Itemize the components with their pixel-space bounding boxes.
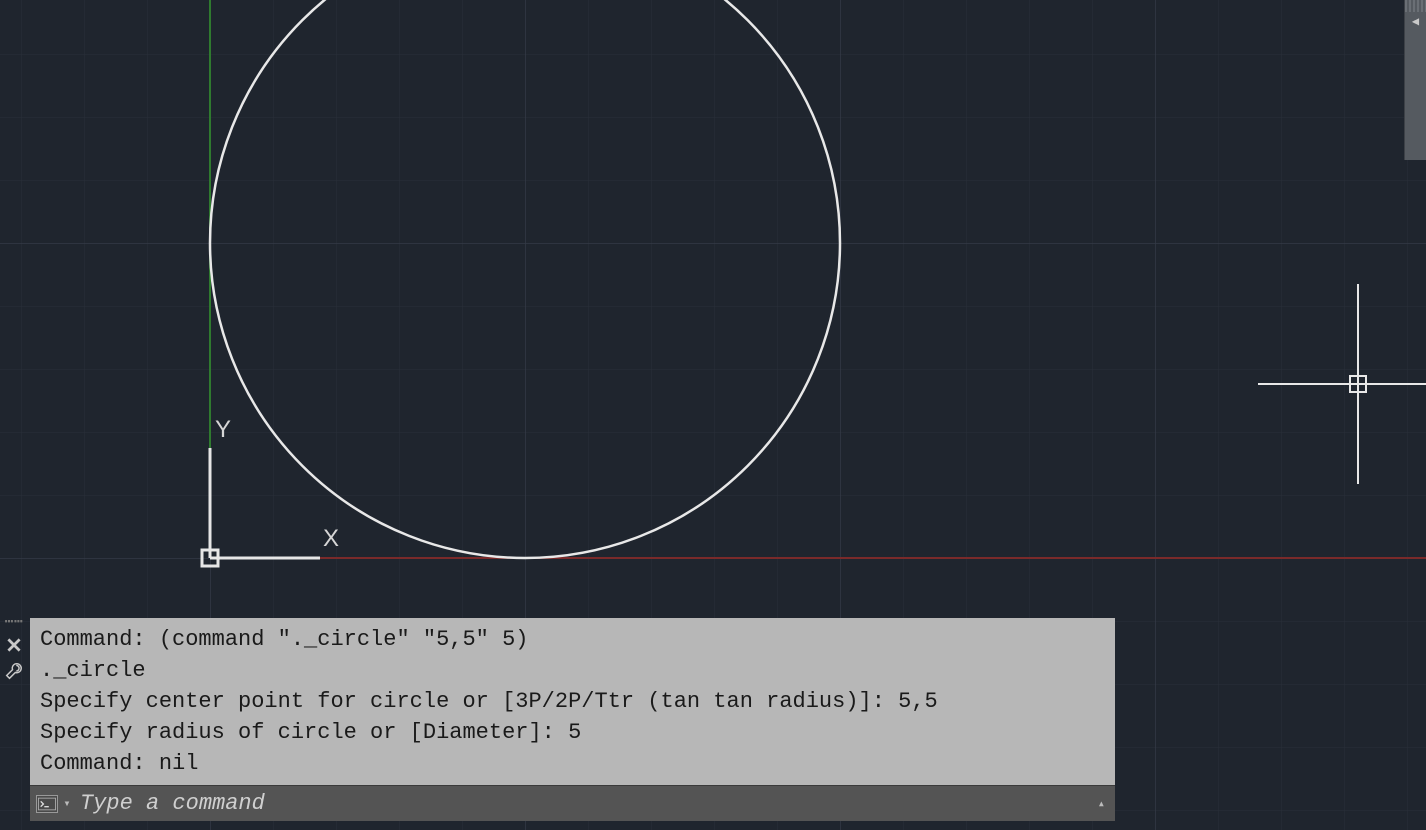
- command-input-bar: ▾ ▴: [30, 785, 1115, 821]
- chevron-left-icon[interactable]: ◀: [1405, 12, 1426, 30]
- command-panel: Command: (command "._circle" "5,5" 5) ._…: [30, 618, 1115, 821]
- close-icon[interactable]: [3, 634, 25, 656]
- command-input[interactable]: [80, 791, 1094, 816]
- drag-handle-icon[interactable]: ┅┅: [2, 620, 26, 630]
- command-history-line: Specify center point for circle or [3P/2…: [40, 689, 938, 714]
- command-history-line: Specify radius of circle or [Diameter]: …: [40, 720, 581, 745]
- command-history-line: ._circle: [40, 658, 146, 683]
- commandline-icon[interactable]: [36, 795, 58, 813]
- y-axis-label: Y: [215, 416, 231, 444]
- command-history-line: Command: (command "._circle" "5,5" 5): [40, 627, 528, 652]
- x-axis-label: X: [323, 525, 339, 553]
- wrench-icon[interactable]: [3, 660, 25, 682]
- command-history-line: Command: nil: [40, 751, 198, 776]
- command-history[interactable]: Command: (command "._circle" "5,5" 5) ._…: [30, 618, 1115, 785]
- chevron-down-icon[interactable]: ▾: [60, 796, 74, 811]
- command-sidebar: ┅┅: [0, 618, 28, 682]
- expand-up-icon[interactable]: ▴: [1094, 796, 1109, 811]
- right-collapsed-panel[interactable]: ◀: [1404, 0, 1426, 160]
- panel-grip-icon[interactable]: [1405, 0, 1426, 12]
